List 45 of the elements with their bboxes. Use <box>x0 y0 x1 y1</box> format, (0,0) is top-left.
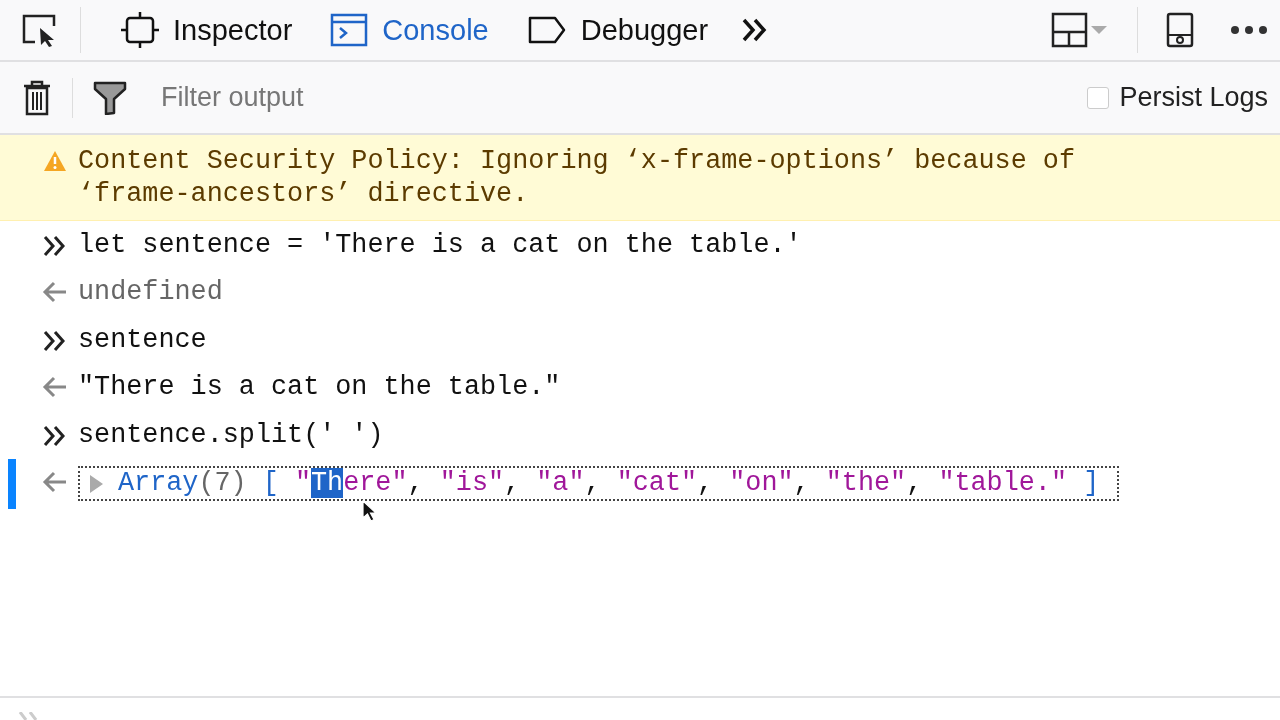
left-arrow-icon <box>42 471 68 493</box>
message-text: Content Security Policy: Ignoring ‘x-frame-options’ because of ‘frame-ancestors’ directive. <box>78 145 1076 210</box>
token-text: "a" <box>536 468 585 498</box>
token-text: "the" <box>825 468 907 498</box>
token-text: "table." <box>938 468 1068 498</box>
token-text: , <box>584 468 601 498</box>
message-text: "There is a cat on the table." <box>78 371 561 404</box>
trash-icon[interactable] <box>22 79 52 116</box>
more-icon[interactable] <box>1230 25 1268 35</box>
mouse-cursor-icon <box>362 500 378 522</box>
phone-icon[interactable] <box>1166 12 1194 48</box>
command-text: let sentence = 'There is a cat on the table.' <box>78 228 802 261</box>
chevrons-icon <box>42 233 68 258</box>
message-text: undefined <box>78 276 223 309</box>
token-text: "cat" <box>616 468 698 498</box>
token-text: , <box>697 468 714 498</box>
token-text: ] <box>1083 468 1100 498</box>
token-text: , <box>793 468 810 498</box>
panel-tab[interactable]: Inspector <box>109 0 305 60</box>
token-text: , <box>407 468 424 498</box>
token-text: , <box>504 468 521 498</box>
command-text: sentence.split(' ') <box>78 418 384 451</box>
tag-icon <box>526 15 567 45</box>
frame-icon <box>121 11 159 49</box>
persist-logs-checkbox[interactable]: Persist Logs <box>1087 82 1268 113</box>
token-text: "on" <box>729 468 794 498</box>
panel-tab[interactable]: Debugger <box>514 0 721 60</box>
command-text: sentence <box>78 323 207 356</box>
token-text: " <box>294 468 312 498</box>
token-text: Array <box>118 468 199 498</box>
chevrons-icon <box>42 423 68 448</box>
token-text: Th <box>311 468 344 498</box>
token-text: "is" <box>439 468 505 498</box>
chevrons-icon <box>42 328 68 353</box>
token-text: , <box>906 468 923 498</box>
panel-tab[interactable]: Console <box>318 0 501 60</box>
token-text: [ <box>262 468 279 498</box>
token-text: ere" <box>343 468 408 498</box>
filter-icon[interactable] <box>93 80 127 115</box>
left-arrow-icon <box>42 281 68 303</box>
token-text: (7) <box>198 468 247 498</box>
terminal-icon <box>330 13 369 47</box>
left-arrow-icon <box>42 376 68 398</box>
warning-icon <box>42 150 68 172</box>
checkbox-icon[interactable] <box>1087 86 1110 109</box>
